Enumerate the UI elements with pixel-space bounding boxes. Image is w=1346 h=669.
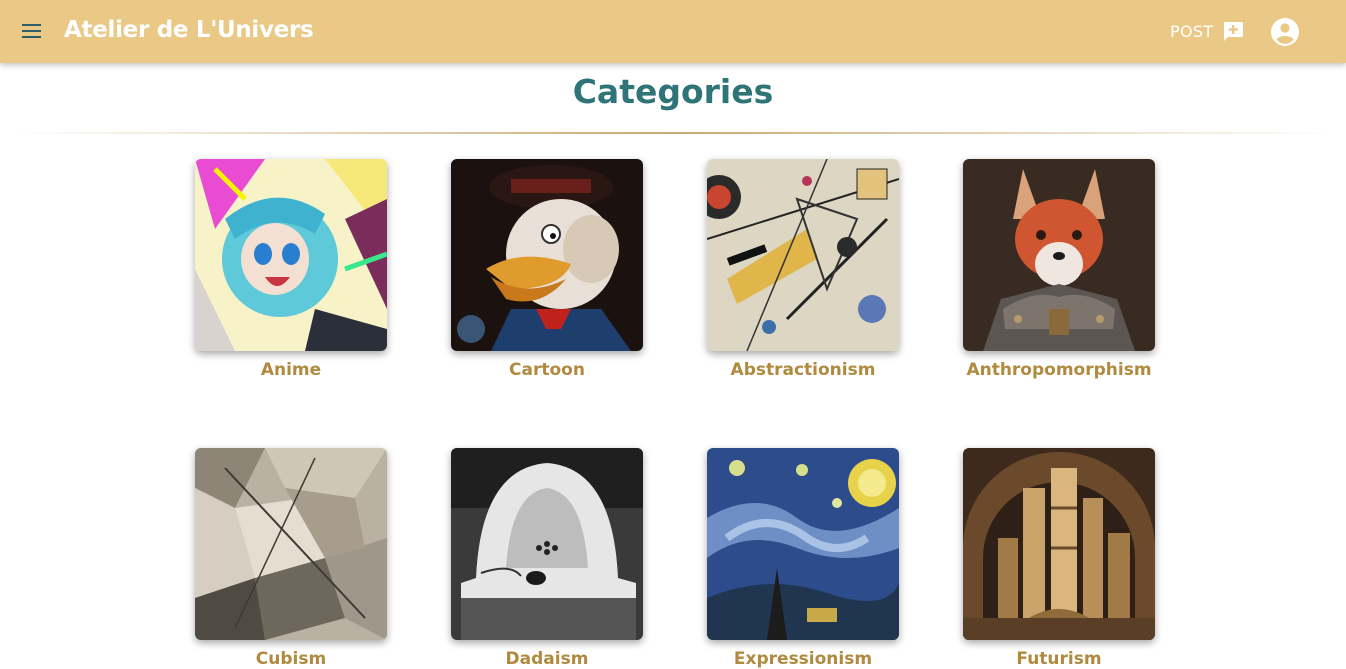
menu-icon[interactable] — [20, 21, 44, 41]
top-app-bar: Atelier de L'Univers POST — [0, 0, 1346, 63]
title-divider — [12, 132, 1334, 134]
post-button[interactable]: POST — [1164, 16, 1251, 46]
category-image-cubism — [195, 448, 387, 640]
category-card-abstractionism[interactable]: Abstractionism — [707, 159, 899, 380]
category-label: Anthropomorphism — [966, 360, 1152, 380]
app-title[interactable]: Atelier de L'Univers — [64, 17, 314, 43]
category-label: Abstractionism — [730, 360, 876, 380]
category-label: Cartoon — [509, 360, 585, 380]
category-label: Cubism — [255, 649, 327, 669]
category-image-futurism — [963, 448, 1155, 640]
account-circle-icon[interactable] — [1270, 17, 1300, 47]
category-label: Futurism — [1016, 649, 1102, 669]
category-label: Dadaism — [505, 649, 589, 669]
category-image-dadaism — [451, 448, 643, 640]
category-card-cartoon[interactable]: Cartoon — [451, 159, 643, 380]
category-card-anime[interactable]: Anime — [195, 159, 387, 380]
category-image-anime — [195, 159, 387, 351]
category-image-abstractionism — [707, 159, 899, 351]
post-button-label: POST — [1170, 21, 1214, 41]
add-comment-icon — [1224, 22, 1244, 41]
category-card-futurism[interactable]: Futurism — [963, 448, 1155, 669]
category-card-cubism[interactable]: Cubism — [195, 448, 387, 669]
category-image-anthropomorphism — [963, 159, 1155, 351]
category-label: Anime — [260, 360, 322, 380]
category-card-expressionism[interactable]: Expressionism — [707, 448, 899, 669]
category-card-dadaism[interactable]: Dadaism — [451, 448, 643, 669]
page-title: Categories — [572, 72, 774, 111]
category-label: Expressionism — [733, 649, 873, 669]
category-image-expressionism — [707, 448, 899, 640]
category-image-cartoon — [451, 159, 643, 351]
category-card-anthropomorphism[interactable]: Anthropomorphism — [963, 159, 1155, 380]
